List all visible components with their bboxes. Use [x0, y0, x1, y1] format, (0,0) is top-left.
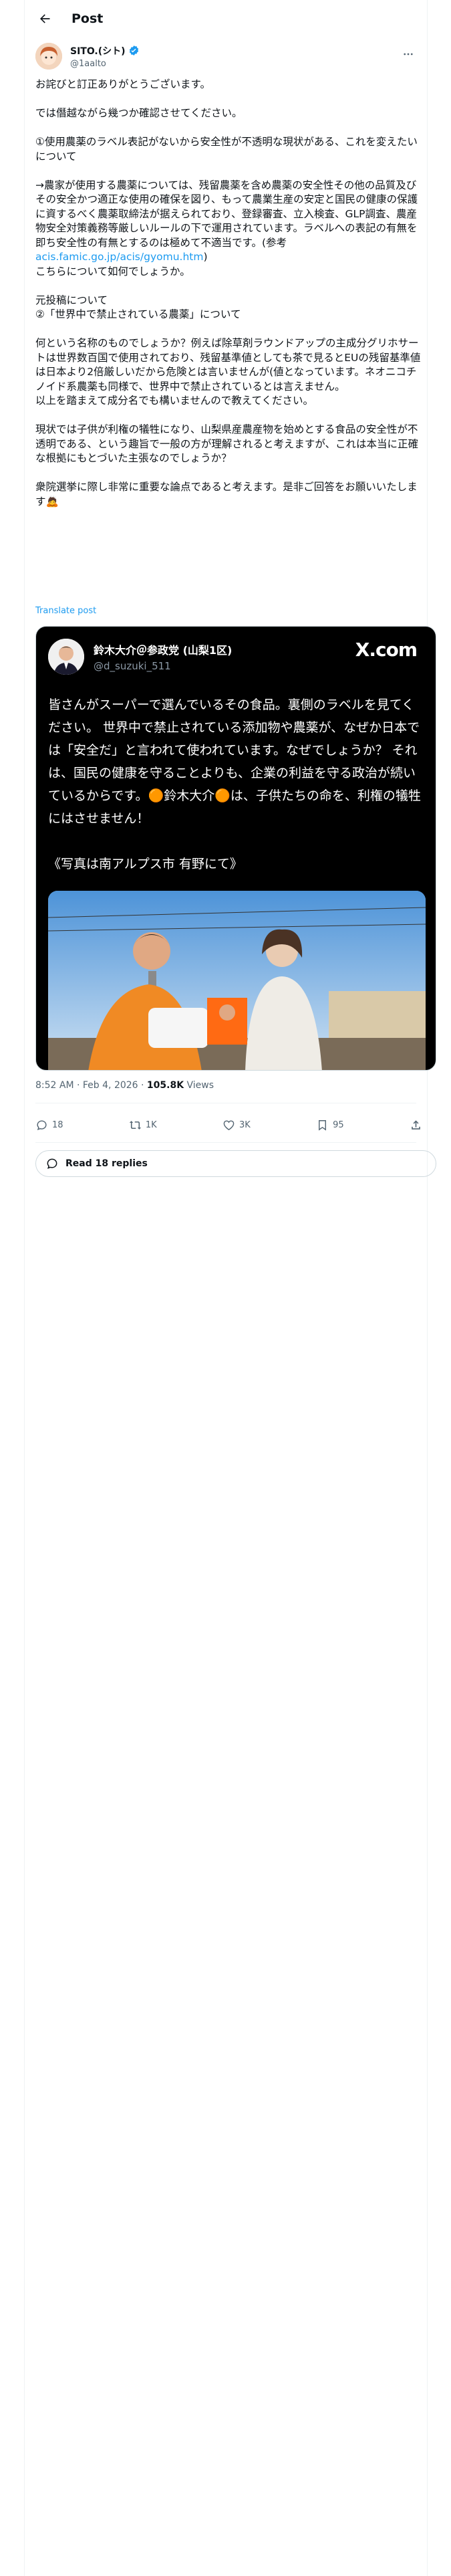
quoted-post-image[interactable]: 鈴木大介＠参政党 (山梨1区) @d_suzuki_511 X.com 皆さんが…: [35, 626, 436, 1071]
column-border: [24, 0, 25, 2576]
views-label: Views: [184, 1080, 214, 1091]
bookmark-icon: [319, 1119, 327, 1131]
post-paragraph: 衆院選挙に際し非常に重要な論点であると考えます。是非ご回答をお願いいたします🙇: [35, 481, 418, 508]
post-paragraph: 現状では子供が利権の犠牲になり、山梨県産農産物を始めとする食品の安全性が不透明で…: [35, 423, 419, 464]
share-button[interactable]: [410, 1119, 426, 1132]
heart-icon: [223, 1119, 235, 1130]
post-page: Post SITO.(シト) @1aalto お詫びと訂正ありがとうございます。…: [0, 0, 451, 2576]
author-name[interactable]: SITO.(シト): [70, 44, 126, 58]
page-header: Post: [25, 0, 427, 37]
share-icon: [412, 1119, 420, 1130]
x-logo: X.com: [355, 639, 418, 661]
like-count: 3K: [239, 1119, 251, 1130]
column-border: [427, 0, 428, 2576]
post-text: お詫びと訂正ありがとうございます。 では僭越ながら幾つか確認させてください。 ①…: [35, 78, 423, 509]
post-paragraph: →農家が使用する農薬については、残留農薬を含め農薬の安全性その他の品質及びその安…: [35, 179, 418, 249]
quoted-author-handle: @d_suzuki_511: [94, 660, 171, 672]
page-title: Post: [71, 11, 104, 26]
reply-icon: [47, 1158, 57, 1169]
divider: [35, 1142, 416, 1143]
repost-icon: [129, 1120, 142, 1130]
avatar[interactable]: [35, 43, 62, 70]
avatar-illustration: [35, 43, 62, 70]
campaign-photo: [48, 891, 426, 1070]
post-timestamp: 8:52 AM · Feb 4, 2026 · 105.8K Views: [35, 1080, 214, 1091]
quoted-author-name: 鈴木大介＠参政党 (山梨1区): [94, 644, 233, 657]
quoted-post-text: 皆さんがスーパーで選んでいるその食品。裏側のラベルを見てください。 世界中で禁止…: [48, 697, 421, 871]
repost-count: 1K: [145, 1119, 157, 1130]
quoted-author: 鈴木大介＠参政党 (山梨1区) @d_suzuki_511: [48, 639, 232, 675]
verified-badge-icon: [128, 45, 140, 56]
reply-icon: [37, 1119, 47, 1130]
post-time[interactable]: 8:52 AM · Feb 4, 2026 ·: [35, 1080, 147, 1091]
more-button[interactable]: [399, 47, 418, 62]
post-paragraph: 元投稿について ②「世界中で禁止されている農薬」について: [35, 294, 241, 321]
bookmark-button[interactable]: 95: [316, 1119, 344, 1132]
views-count: 105.8K: [146, 1080, 184, 1091]
post-paragraph: お詫びと訂正ありがとうございます。: [35, 78, 210, 90]
author-handle[interactable]: @1aalto: [70, 59, 140, 69]
post-paragraph: 何という名称のものでしょうか？例えば除草剤ラウンドアップの主成分グリホサートは世…: [35, 337, 421, 407]
more-horizontal-icon: [404, 53, 413, 56]
reference-link[interactable]: acis.famic.go.jp/acis/gyomu.htm: [35, 251, 203, 263]
post-paragraph: ①使用農薬のラベル表記がないから安全性が不透明な現状がある、これを変えたい につ…: [35, 136, 421, 163]
read-replies-button[interactable]: Read 18 replies: [35, 1150, 436, 1177]
translate-post-link[interactable]: Translate post: [35, 606, 96, 616]
read-replies-label: Read 18 replies: [65, 1158, 148, 1169]
arrow-left-icon: [40, 14, 50, 23]
action-bar: 18 1K 3K 95: [35, 1113, 426, 1136]
post-paragraph: では僭越ながら幾つか確認させてください。: [35, 107, 243, 119]
reply-button[interactable]: 18: [35, 1119, 63, 1132]
post-author: SITO.(シト) @1aalto: [35, 41, 418, 71]
back-button[interactable]: [33, 7, 57, 31]
reply-count: 18: [52, 1119, 63, 1130]
quoted-avatar: [48, 639, 84, 675]
bookmark-count: 95: [333, 1119, 344, 1130]
like-button[interactable]: 3K: [222, 1119, 251, 1132]
repost-button[interactable]: 1K: [129, 1119, 157, 1132]
